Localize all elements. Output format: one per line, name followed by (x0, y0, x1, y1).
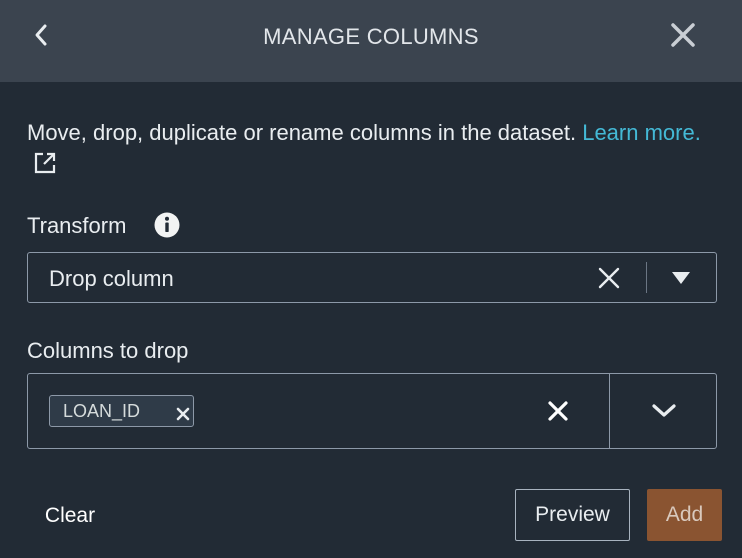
add-button[interactable]: Add (647, 489, 722, 541)
transform-select-value: Drop column (49, 266, 174, 291)
close-icon (176, 407, 190, 421)
external-link-icon[interactable] (33, 151, 57, 175)
multiselect-divider (609, 374, 610, 448)
description: Move, drop, duplicate or rename columns … (27, 117, 717, 181)
description-text: Move, drop, duplicate or rename columns … (27, 120, 583, 145)
clear-icon (548, 401, 568, 421)
panel-header: MANAGE COLUMNS (0, 0, 742, 82)
close-icon (671, 23, 695, 47)
remove-token-button[interactable] (176, 405, 190, 421)
columns-multiselect[interactable]: LOAN_ID (27, 373, 717, 449)
caret-down-icon (672, 272, 690, 284)
panel-title: MANAGE COLUMNS (263, 24, 479, 49)
info-icon[interactable] (154, 212, 180, 238)
clear-button[interactable]: Clear (28, 490, 112, 542)
learn-more-link[interactable]: Learn more. (582, 120, 701, 145)
manage-columns-panel: MANAGE COLUMNS Move, drop, duplicate or … (0, 0, 742, 558)
preview-button[interactable]: Preview (515, 489, 630, 541)
columns-expand-toggle[interactable] (650, 402, 678, 420)
columns-clear-button[interactable] (546, 399, 570, 423)
column-token-label: LOAN_ID (63, 401, 141, 421)
chevron-down-icon (652, 404, 676, 417)
close-button[interactable] (666, 18, 700, 52)
clear-icon (598, 267, 620, 289)
columns-to-drop-label: Columns to drop (27, 338, 189, 363)
transform-label: Transform (27, 213, 127, 238)
transform-clear-button[interactable] (596, 265, 622, 291)
column-token: LOAN_ID (49, 395, 194, 427)
select-divider (646, 262, 647, 293)
transform-select[interactable]: Drop column (27, 252, 717, 303)
transform-dropdown-toggle[interactable] (670, 270, 692, 286)
